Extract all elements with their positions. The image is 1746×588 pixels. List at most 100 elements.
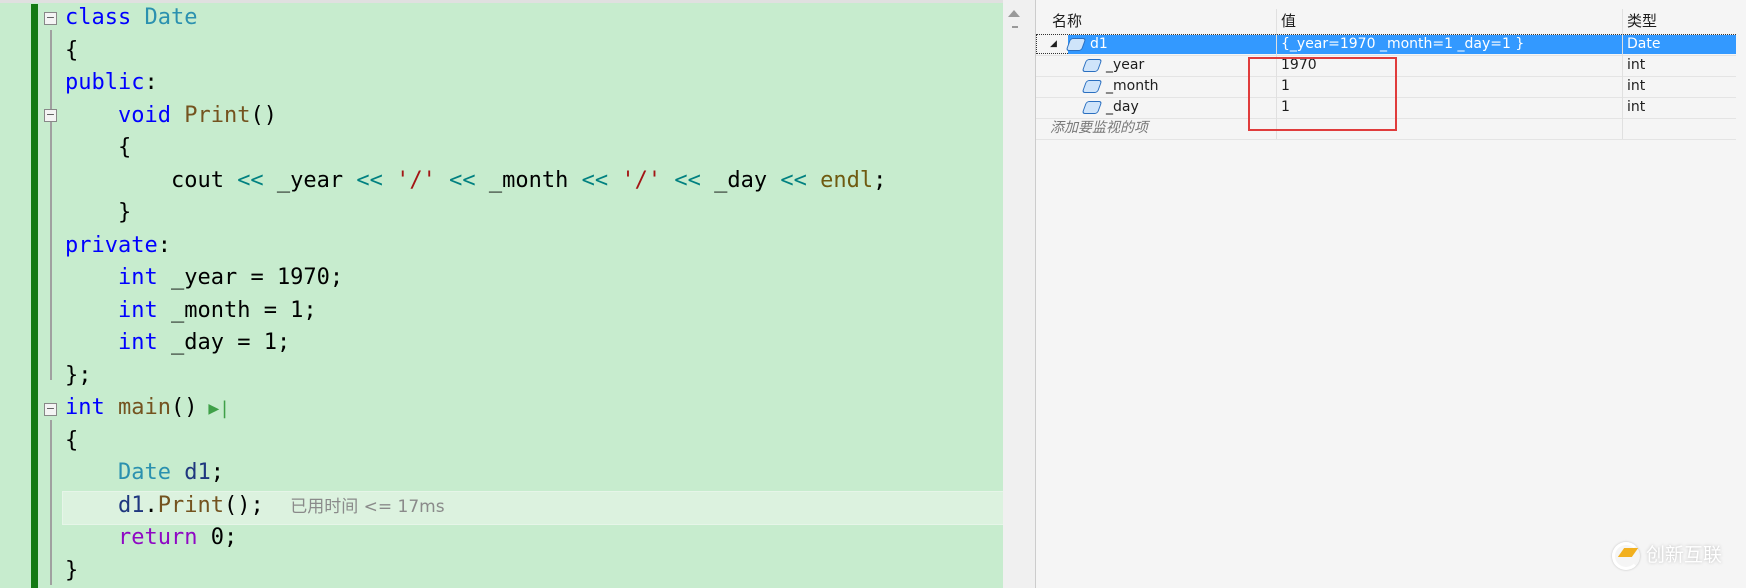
code-token: <<	[581, 167, 609, 193]
watch-type: Date	[1627, 36, 1661, 52]
code-line[interactable]: {	[65, 132, 131, 164]
scroll-up-icon[interactable]	[1008, 10, 1020, 17]
private-field-icon	[1081, 100, 1103, 114]
code-line[interactable]: int _month = 1;	[65, 295, 317, 327]
code-line[interactable]: d1.Print(); 已用时间 <= 17ms	[65, 490, 445, 522]
code-token: _month = 1;	[157, 297, 317, 323]
vertical-scrollbar[interactable]	[1003, 0, 1025, 588]
scroll-marker	[1012, 26, 1018, 28]
collapse-icon[interactable]: −	[44, 403, 57, 416]
code-token: <<	[237, 167, 264, 193]
column-header-value[interactable]: 值	[1281, 9, 1296, 33]
watch-type: int	[1627, 78, 1646, 94]
code-line[interactable]: class Date	[65, 2, 197, 34]
fold-guide	[50, 420, 52, 585]
code-token: <<	[780, 167, 807, 193]
code-token: _year	[263, 167, 357, 193]
code-token: 0;	[197, 525, 238, 550]
code-editor[interactable]: − − − class Date{public: void Print() { …	[0, 0, 1005, 588]
code-token: int	[117, 265, 158, 290]
code-token: ;	[210, 460, 224, 485]
code-line[interactable]: }	[65, 555, 78, 587]
code-line[interactable]: cout << _year << '/' << _month << '/' <<…	[65, 165, 886, 197]
code-line[interactable]: {	[65, 425, 78, 457]
code-token: _day	[700, 167, 781, 193]
code-line[interactable]: int _year = 1970;	[65, 262, 343, 294]
code-token: int	[117, 297, 158, 323]
code-token: cout	[65, 167, 238, 193]
code-token: ();	[223, 492, 264, 518]
code-token: Date	[117, 460, 171, 485]
code-token: private	[65, 232, 158, 258]
column-header-type[interactable]: 类型	[1627, 9, 1657, 33]
watch-type: int	[1627, 57, 1646, 73]
code-token: void	[117, 102, 171, 128]
code-token: Print	[184, 102, 251, 128]
code-token: :	[144, 70, 158, 95]
code-token: Print	[157, 492, 224, 518]
code-token: endl	[820, 167, 874, 193]
code-token: '/'	[621, 167, 662, 193]
code-token: <<	[674, 167, 701, 193]
run-to-click-icon[interactable]: ▶|	[197, 398, 230, 419]
code-token: <<	[449, 167, 476, 193]
watch-row[interactable]: ◢ d1 {_year=1970 _month=1 _day=1 } Date	[1036, 34, 1736, 56]
code-token: ;	[873, 167, 887, 193]
add-watch-placeholder[interactable]: 添加要监视的项	[1050, 118, 1148, 139]
code-token: Date	[144, 5, 198, 30]
code-token: _day = 1;	[157, 330, 291, 355]
collapse-icon[interactable]: −	[44, 12, 57, 25]
code-token: {	[65, 37, 79, 63]
code-token: ()	[170, 395, 198, 420]
splitter[interactable]	[1025, 0, 1036, 588]
code-token: };	[65, 362, 92, 388]
code-line[interactable]: private:	[65, 230, 171, 262]
watch-name: d1	[1065, 34, 1108, 55]
change-tracking-bar	[31, 4, 38, 588]
watch-value[interactable]: {_year=1970 _month=1 _day=1 }	[1281, 34, 1524, 55]
watch-name: _year	[1081, 55, 1144, 76]
code-line[interactable]: };	[65, 360, 92, 392]
code-line[interactable]: int _day = 1;	[65, 327, 290, 359]
code-token: main	[118, 395, 171, 420]
column-divider[interactable]	[1622, 9, 1623, 139]
code-token: return	[117, 525, 198, 550]
code-token: .	[144, 492, 158, 518]
code-token: '/'	[396, 167, 436, 193]
code-token: d1	[117, 492, 145, 518]
column-header-name[interactable]: 名称	[1052, 9, 1082, 33]
code-token: :	[157, 232, 171, 258]
code-line[interactable]: Date d1;	[65, 457, 224, 489]
code-token: int	[65, 395, 105, 420]
private-field-icon	[1081, 58, 1103, 72]
code-token: _year = 1970;	[157, 265, 344, 290]
code-line[interactable]: {	[65, 35, 78, 67]
watch-name: _day	[1081, 97, 1139, 118]
code-line[interactable]: }	[65, 197, 131, 229]
expand-arrow-icon[interactable]: ◢	[1050, 34, 1057, 55]
code-token: int	[117, 330, 158, 355]
watermark-logo: 创新互联	[1612, 540, 1722, 570]
code-line[interactable]: return 0;	[65, 522, 237, 554]
code-token: ()	[250, 102, 277, 128]
code-line[interactable]: public:	[65, 67, 158, 99]
fold-guide	[50, 30, 52, 380]
code-line[interactable]: int main() ▶|	[65, 392, 230, 424]
watch-type: int	[1627, 99, 1646, 115]
perf-tip-elapsed-time[interactable]: 已用时间 <= 17ms	[290, 497, 444, 517]
collapse-icon[interactable]: −	[44, 109, 57, 122]
code-line[interactable]: void Print()	[65, 100, 277, 132]
code-token: class	[65, 5, 132, 30]
